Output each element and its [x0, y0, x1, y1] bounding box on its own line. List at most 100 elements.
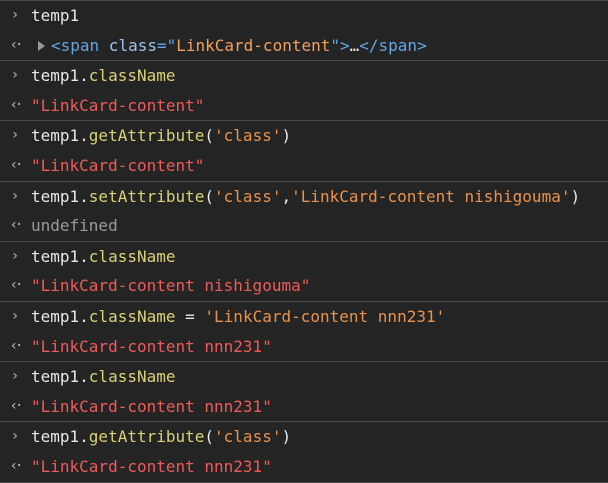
return-arrow-icon: ‹· [9, 36, 24, 53]
console-entry: › temp1.setAttribute('class','LinkCard-co… [0, 182, 608, 242]
code-token: =" [156, 35, 177, 55]
console-output-row: ‹· "LinkCard-content nnn231" [0, 392, 608, 422]
code-token: undefined [31, 216, 118, 236]
code-token: , [281, 186, 292, 206]
chevron-right-icon: › [10, 67, 20, 84]
code-token: = [175, 306, 205, 326]
chevron-right-icon: › [10, 187, 20, 204]
code-token: 'LinkCard-content nnn231' [204, 306, 446, 326]
code-token: "LinkCard-content nishigouma" [31, 276, 311, 296]
console-output-row: ‹· "LinkCard-content nnn231" [0, 452, 608, 482]
console-input-row[interactable]: › temp1.className = 'LinkCard-content nnn… [0, 302, 608, 332]
code-token: temp1 [31, 6, 80, 25]
code-token: temp1. [31, 427, 89, 447]
code-token: ) [281, 427, 292, 447]
console-entry: › temp1.className ‹· "LinkCard-content nnn2… [0, 362, 608, 423]
console-input-code: temp1.className [31, 362, 176, 392]
code-token: 'class' [214, 186, 282, 206]
code-token: temp1. [31, 126, 89, 146]
console-entry: › temp1.getAttribute('class') ‹· "LinkCard-… [0, 121, 608, 182]
console-entry: › temp1.className ‹· "LinkCard-content" [0, 61, 608, 122]
console-output-row: ‹· "LinkCard-content nishigouma" [0, 271, 608, 301]
console-input-code: temp1.className [31, 61, 176, 91]
code-token: className [88, 306, 176, 326]
console-input-code: temp1.getAttribute('class') [31, 121, 291, 151]
console-output-value: "LinkCard-content" [31, 91, 204, 121]
chevron-right-icon: › [10, 127, 20, 144]
triangle-right-icon[interactable] [38, 40, 45, 51]
code-token: temp1. [31, 66, 89, 86]
code-token: <span [51, 35, 100, 55]
console-input-code: temp1.className [31, 242, 176, 272]
console-output-row[interactable]: ‹· <span class="LinkCard-content">…</span… [0, 31, 608, 61]
console-input-code: temp1.getAttribute('class') [31, 422, 291, 452]
console-input-code: temp1.setAttribute('class','LinkCard-con… [31, 182, 580, 212]
chevron-right-icon: › [10, 307, 20, 324]
code-token: 'class' [214, 126, 282, 146]
console-output-value: undefined [31, 211, 118, 241]
code-token: ( [204, 126, 215, 146]
console-output-row: ‹· "LinkCard-content" [0, 91, 608, 121]
console-input-code: temp1 [31, 1, 79, 31]
console-output-value: <span class="LinkCard-content">…</span> [51, 31, 427, 61]
console-input-row[interactable]: › temp1 [0, 1, 608, 31]
console-output-row: ‹· undefined [0, 211, 608, 241]
code-token: "LinkCard-content" [31, 95, 205, 115]
console-entry: › temp1.className = 'LinkCard-content nnn… [0, 302, 608, 363]
code-token: … [349, 35, 360, 55]
return-arrow-icon: ‹· [9, 96, 24, 113]
code-token: "LinkCard-content nnn231" [31, 396, 272, 416]
console-output-value: "LinkCard-content nnn231" [31, 452, 272, 482]
chevron-right-icon: › [10, 247, 20, 264]
return-arrow-icon: ‹· [9, 337, 24, 354]
code-token: getAttribute [88, 126, 205, 146]
console-input-row[interactable]: › temp1.setAttribute('class','LinkCard-co… [0, 182, 608, 212]
code-token: temp1. [31, 246, 89, 266]
code-token: ( [204, 186, 215, 206]
console-input-row[interactable]: › temp1.getAttribute('class') [0, 422, 608, 452]
console-entry: › temp1 ‹· <span class="LinkCard-content">…… [0, 0, 608, 62]
code-token: ( [204, 427, 215, 447]
console-input-row[interactable]: › temp1.getAttribute('class') [0, 121, 608, 151]
code-token: 'class' [214, 427, 282, 447]
console-entry: › temp1.getAttribute('class') ‹· "LinkCard-… [0, 422, 608, 483]
console-panel: › temp1 ‹· <span class="LinkCard-content">…… [0, 0, 608, 483]
console-input-row[interactable]: › temp1.className [0, 61, 608, 91]
code-token: 'LinkCard-content nishigouma' [291, 186, 571, 206]
console-output-value: "LinkCard-content" [31, 151, 204, 181]
code-token: className [88, 246, 176, 266]
return-arrow-icon: ‹· [9, 217, 24, 234]
console-entry: › temp1.className ‹· "LinkCard-content nish… [0, 242, 608, 302]
code-token: "LinkCard-content" [31, 155, 205, 175]
code-token: </span> [359, 35, 427, 55]
chevron-right-icon: › [10, 428, 20, 445]
code-token: className [88, 66, 176, 86]
console-output-value: "LinkCard-content nnn231" [31, 392, 272, 422]
code-token: className [88, 367, 176, 387]
console-input-row[interactable]: › temp1.className [0, 242, 608, 272]
code-token: temp1. [31, 306, 89, 326]
code-token: "LinkCard-content nnn231" [31, 336, 272, 356]
return-arrow-icon: ‹· [9, 457, 24, 474]
code-token: ) [570, 186, 581, 206]
code-token: class [99, 35, 157, 55]
code-token: temp1. [31, 367, 89, 387]
code-token: "LinkCard-content nnn231" [31, 456, 272, 476]
console-output-value: "LinkCard-content nnn231" [31, 332, 272, 362]
console-input-code: temp1.className = 'LinkCard-content nnn2… [31, 302, 445, 332]
chevron-right-icon: › [10, 7, 20, 23]
console-output-row: ‹· "LinkCard-content" [0, 151, 608, 181]
return-arrow-icon: ‹· [9, 397, 24, 414]
code-token: "> [330, 35, 350, 55]
code-token: ) [281, 126, 292, 146]
code-token: setAttribute [88, 186, 205, 206]
chevron-right-icon: › [10, 368, 20, 385]
console-output-row: ‹· "LinkCard-content nnn231" [0, 332, 608, 362]
code-token: temp1. [31, 186, 89, 206]
code-token: LinkCard-content [176, 35, 331, 55]
return-arrow-icon: ‹· [9, 277, 24, 294]
console-output-value: "LinkCard-content nishigouma" [31, 271, 310, 301]
console-input-row[interactable]: › temp1.className [0, 362, 608, 392]
return-arrow-icon: ‹· [9, 156, 24, 173]
code-token: getAttribute [88, 427, 205, 447]
